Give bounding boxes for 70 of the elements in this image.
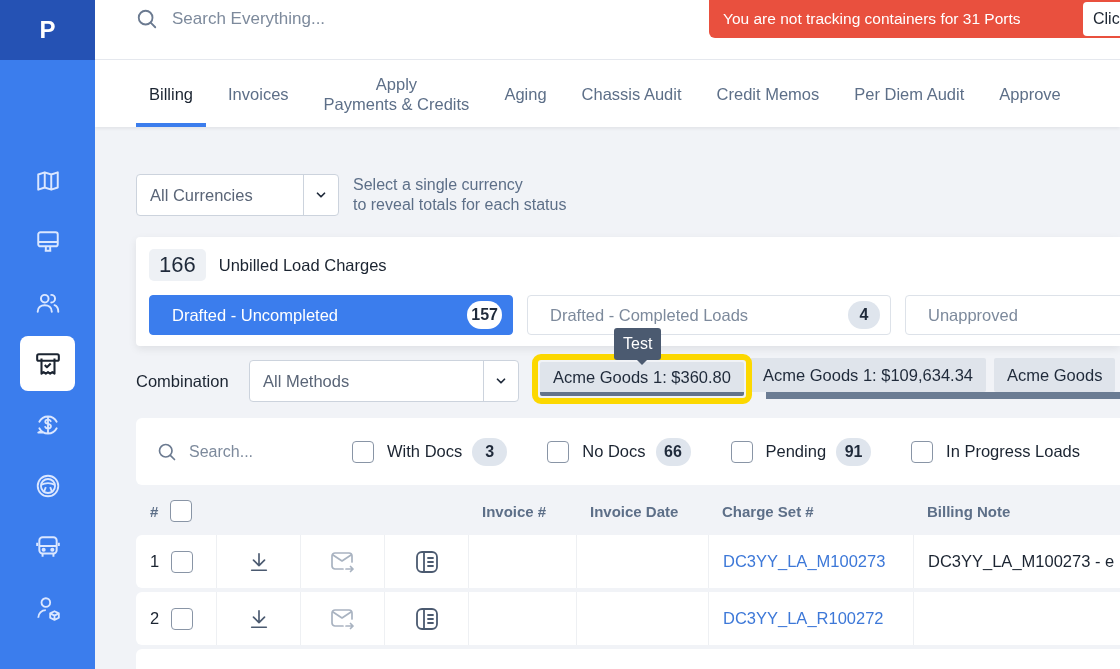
mail-send-icon[interactable] [329,549,356,574]
tab[interactable]: Apply Payments & Credits [310,60,483,127]
charge-set-link[interactable]: DC3YY_LA_M100273 [723,552,886,571]
filter-label: In Progress Loads [946,442,1080,461]
method-select[interactable]: All Methods [249,360,519,402]
steering-wheel-icon [34,472,61,499]
search-icon [136,8,158,30]
alert-button[interactable]: Clic [1083,2,1120,36]
filter-label: Pending [765,442,827,461]
checkbox[interactable] [352,440,375,463]
status-label: Unapproved [928,305,1018,325]
count-badge: 157 [467,301,502,329]
checkbox[interactable] [547,440,570,463]
total-count: 166 [149,249,206,281]
status-button[interactable]: Unapproved [905,295,1120,335]
column-header: Invoice # [482,502,547,520]
search-field[interactable]: Search... [187,441,271,462]
receipt-icon [34,350,61,377]
currency-hint: Select a single currency to reveal totals for each status [353,175,567,215]
chip[interactable]: Acme Goods [994,358,1116,392]
mail-send-icon[interactable] [329,606,356,631]
column-header: Invoice Date [590,502,679,520]
user-package-icon [34,594,61,621]
tab[interactable]: Billing [136,60,207,127]
summary-title: Unbilled Load Charges [218,255,387,275]
tab[interactable]: Credit Memos [703,60,833,127]
search-icon [157,441,177,462]
column-header: Charge Set # [722,502,814,520]
checkbox[interactable] [730,440,753,463]
combination-label: Combination [136,371,230,392]
sidebar-item[interactable] [20,336,75,391]
billing-note: DC3YY_LA_M100273 - e [928,552,1115,571]
alert-message: You are not tracking containers for 31 Ports [723,10,1021,28]
count-badge: 66 [655,437,691,466]
count-badge: 91 [836,437,872,466]
row-number: 2 [150,609,160,628]
chip[interactable]: Acme Goods 1: $360.80 [540,362,744,396]
status-button[interactable]: Drafted - Completed Loads 4 [527,295,891,335]
search-field[interactable]: Search Everything... [170,8,344,30]
row-checkbox[interactable] [171,607,194,630]
tab[interactable]: Approve [986,60,1074,127]
charge-set-link[interactable]: DC3YY_LA_R100272 [723,609,884,628]
sidebar-panel-icon[interactable] [414,606,439,631]
count-badge: 4 [848,301,880,329]
filter-label: No Docs [582,442,646,461]
status-label: Drafted - Uncompleted [172,305,338,325]
row-number: 1 [150,552,160,571]
monitor-icon [34,228,61,255]
row-checkbox[interactable] [171,550,194,573]
tab[interactable]: Aging [491,60,560,127]
chip[interactable]: Acme Goods 1: $109,634.34 [749,358,986,392]
column-header: Billing Note [927,502,1011,520]
count-badge: 3 [472,437,508,466]
tooltip: Test [614,328,662,360]
status-label: Drafted - Completed Loads [550,305,749,325]
filter-label: With Docs [387,442,463,461]
table-row[interactable]: 2 DC3YY_LA_R100272 [136,592,1120,645]
tab[interactable]: Chassis Audit [568,60,695,127]
logo[interactable]: P [39,16,56,44]
tab[interactable]: Invoices [215,60,302,127]
status-button[interactable]: Drafted - Uncompleted 157 [149,295,513,335]
currency-select[interactable]: All Currencies [136,174,339,216]
sidebar-panel-icon[interactable] [414,549,439,574]
tab[interactable]: Per Diem Audit [841,60,978,127]
bus-icon [34,533,61,560]
column-header: # [150,502,159,520]
select-all-checkbox[interactable] [170,500,193,522]
table-row[interactable]: 1 DC3YY_LA_M100273 DC3YY_LA_M100273 - e [136,535,1120,588]
scrollbar[interactable] [766,392,1120,399]
checkbox[interactable] [911,440,934,463]
